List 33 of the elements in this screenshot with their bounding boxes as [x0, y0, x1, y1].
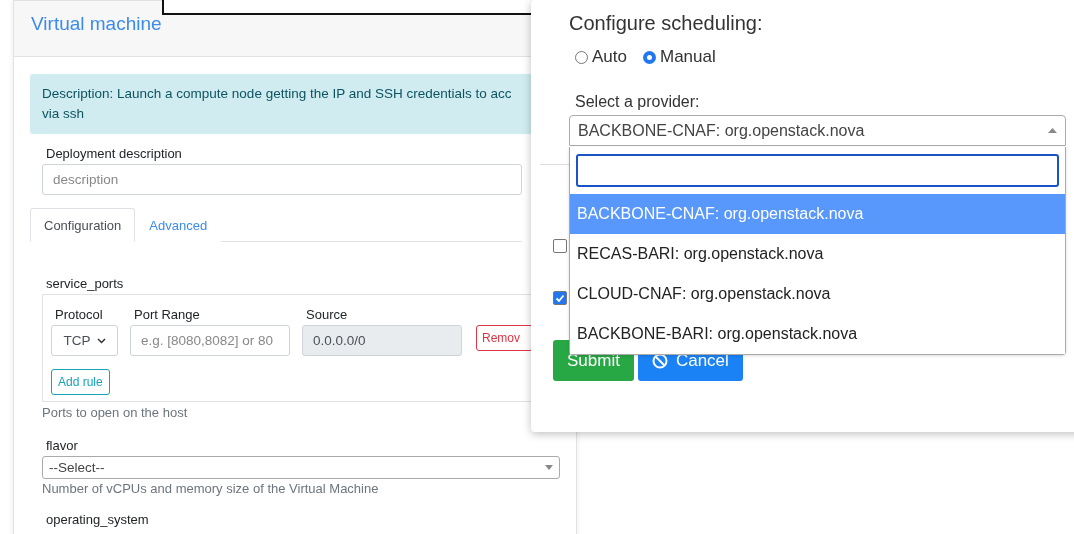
dropdown-option[interactable]: CLOUD-CNAF: org.openstack.nova — [570, 274, 1065, 314]
flavor-select[interactable]: --Select-- — [42, 456, 560, 479]
column-label: Protocol — [55, 307, 104, 322]
port-range-field[interactable]: e.g. [8080,8082] or 80 — [130, 325, 290, 356]
protocol-select[interactable]: TCP — [51, 325, 118, 356]
caret-icon — [545, 465, 553, 470]
description-field[interactable]: description — [42, 164, 522, 195]
radio-icon[interactable] — [643, 50, 656, 64]
checkbox[interactable] — [553, 291, 567, 305]
field-label: Deployment description — [46, 146, 183, 161]
radio-option[interactable]: Manual — [643, 47, 716, 67]
source-field[interactable]: 0.0.0.0/0 — [302, 325, 462, 356]
card-title: Virtual machine — [31, 13, 163, 35]
checkbox[interactable] — [553, 239, 567, 253]
remove-button[interactable]: Remov — [476, 325, 533, 351]
field-label: Select a provider: — [575, 93, 701, 111]
column-label: Port Range — [134, 307, 201, 322]
caret-icon — [1048, 128, 1057, 133]
field-label: service_ports — [46, 276, 125, 291]
column-label: Source — [306, 307, 349, 322]
search-field[interactable] — [576, 154, 1059, 187]
field-label: operating_system — [46, 512, 150, 527]
dropdown-option[interactable]: BACKBONE-BARI: org.openstack.nova — [570, 314, 1065, 354]
radio-icon[interactable] — [575, 50, 588, 64]
field-label: flavor — [46, 438, 79, 453]
dialog-title: Configure scheduling: — [569, 12, 764, 35]
help-text: Number of vCPUs and memory size of the Virtual Machine — [42, 481, 380, 496]
chevron-icon — [96, 337, 106, 344]
dropdown-option[interactable]: RECAS-BARI: org.openstack.nova — [570, 234, 1065, 274]
provider-select[interactable]: BACKBONE-CNAF: org.openstack.nova — [569, 115, 1066, 146]
help-text: Ports to open on the host — [42, 405, 189, 420]
radio-option[interactable]: Auto — [575, 47, 627, 67]
tab[interactable]: Configuration — [30, 208, 136, 242]
